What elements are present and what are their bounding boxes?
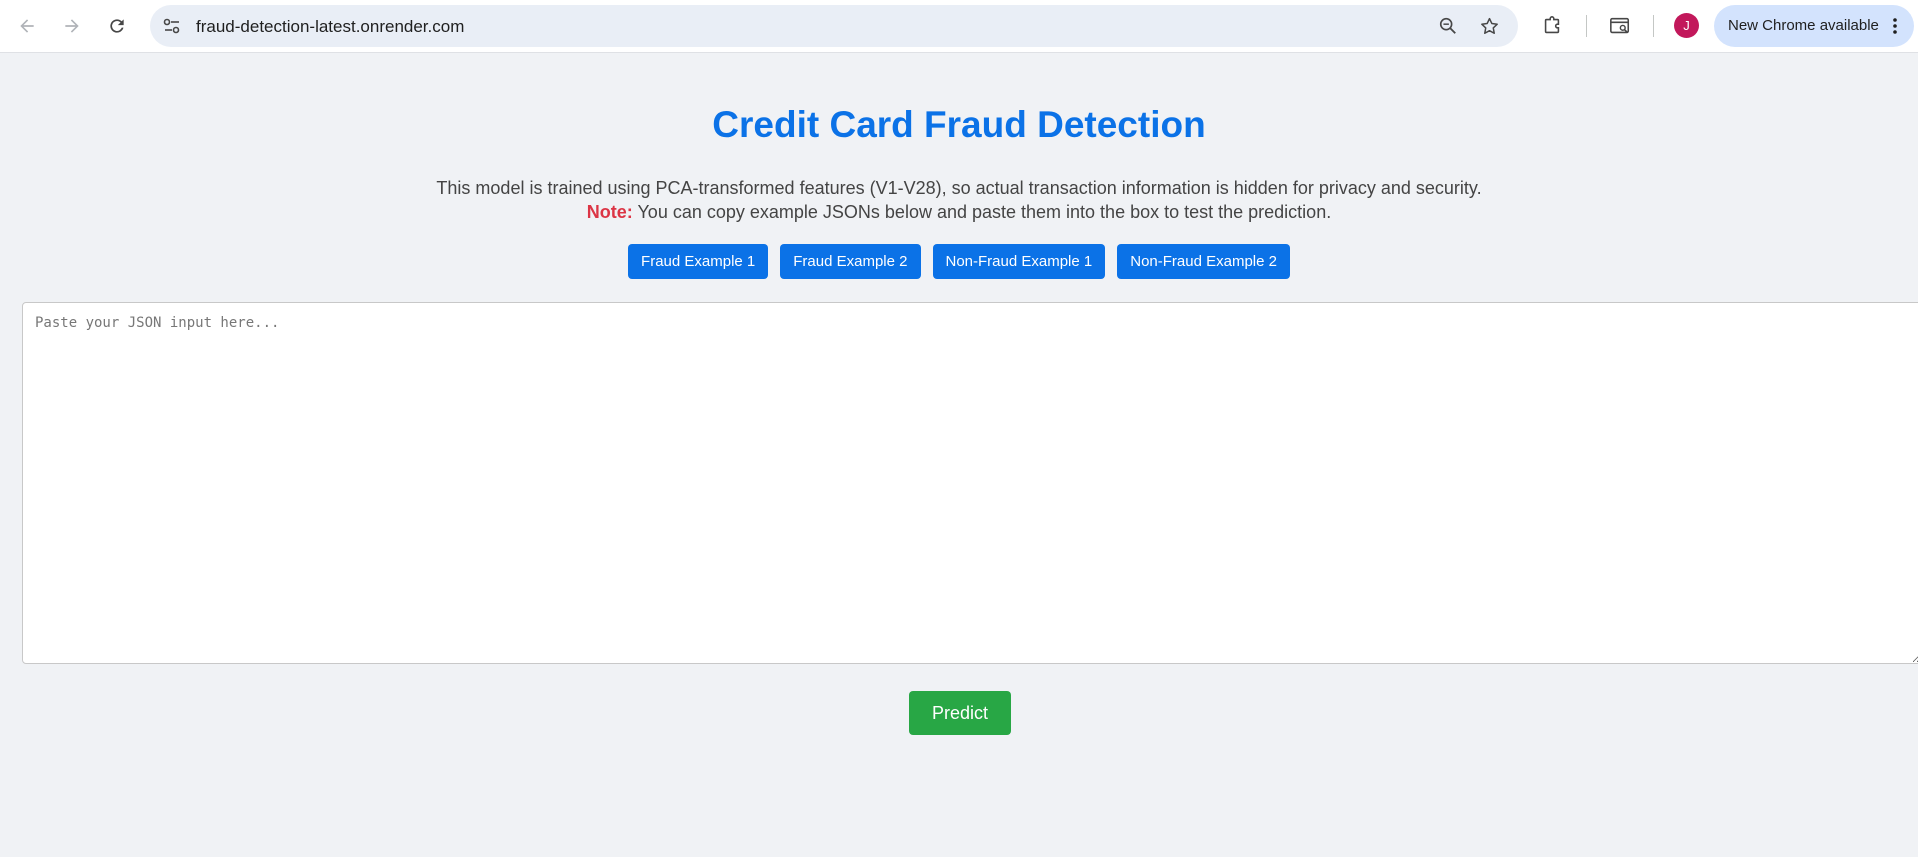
note-label: Note: (586, 202, 633, 222)
zoom-icon[interactable] (1437, 15, 1459, 37)
reload-icon[interactable] (101, 10, 133, 42)
address-bar[interactable]: fraud-detection-latest.onrender.com (150, 5, 1518, 47)
profile-avatar[interactable]: J (1674, 13, 1699, 38)
chrome-update-button[interactable]: New Chrome available (1714, 5, 1914, 47)
fraud-example-2-button[interactable]: Fraud Example 2 (780, 244, 921, 279)
description-text: This model is trained using PCA-transfor… (436, 178, 1482, 198)
url-text[interactable]: fraud-detection-latest.onrender.com (196, 17, 464, 37)
extensions-icon[interactable] (1540, 14, 1564, 38)
nonfraud-example-1-button[interactable]: Non-Fraud Example 1 (932, 244, 1106, 279)
note-text: You can copy example JSONs below and pas… (632, 202, 1332, 222)
predict-button[interactable]: Predict (909, 691, 1011, 735)
tab-search-icon[interactable] (1608, 14, 1632, 38)
fraud-example-1-button[interactable]: Fraud Example 1 (628, 244, 769, 279)
back-arrow-icon[interactable] (11, 10, 43, 42)
more-vert-icon[interactable] (1892, 16, 1898, 36)
note-line: Note: You can copy example JSONs below a… (0, 200, 1918, 224)
toolbar-divider (1586, 15, 1587, 37)
page-title: Credit Card Fraud Detection (712, 104, 1206, 145)
toolbar-divider (1653, 15, 1654, 37)
browser-toolbar: fraud-detection-latest.onrender.com J Ne… (0, 0, 1918, 53)
nonfraud-example-2-button[interactable]: Non-Fraud Example 2 (1117, 244, 1290, 279)
example-buttons: Fraud Example 1 Fraud Example 2 Non-Frau… (0, 244, 1918, 279)
bookmark-star-icon[interactable] (1478, 15, 1500, 37)
forward-arrow-icon[interactable] (56, 10, 88, 42)
site-settings-icon[interactable] (162, 16, 182, 36)
page-description: This model is trained using PCA-transfor… (0, 176, 1918, 224)
json-input[interactable] (22, 302, 1918, 664)
chrome-update-label: New Chrome available (1728, 17, 1879, 34)
